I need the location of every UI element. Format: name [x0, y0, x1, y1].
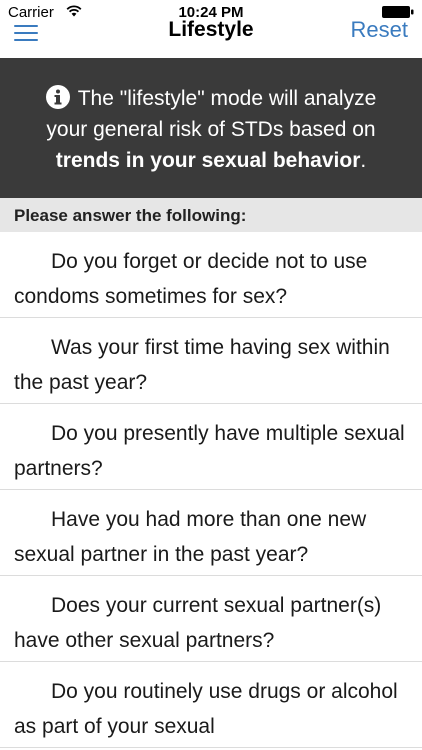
section-header: Please answer the following:	[0, 198, 422, 232]
question-item-multiple-partners[interactable]: Do you presently have multiple sexual pa…	[0, 404, 422, 490]
info-banner: The "lifestyle" mode will analyze your g…	[0, 58, 422, 198]
screen: Carrier 10:24 PM Lifestyle Reset The "li…	[0, 0, 422, 750]
question-text: Does your current sexual partner(s) have…	[14, 594, 382, 652]
question-item-drugs-alcohol[interactable]: Do you routinely use drugs or alcohol as…	[0, 662, 422, 748]
banner-text-end: .	[360, 149, 367, 172]
question-text: Have you had more than one new sexual pa…	[14, 508, 367, 566]
banner-text: The "lifestyle" mode will analyze your g…	[46, 87, 377, 141]
reset-button[interactable]: Reset	[351, 17, 408, 43]
navigation-bar: Lifestyle Reset	[0, 17, 422, 58]
question-text: Do you forget or decide not to use condo…	[14, 250, 368, 308]
info-icon	[45, 85, 70, 109]
question-text: Was your first time having sex within th…	[14, 336, 390, 394]
question-text: Do you presently have multiple sexual pa…	[14, 422, 405, 480]
banner-text-bold: trends in your sexual behavior	[55, 149, 361, 172]
question-item-partner-others[interactable]: Does your current sexual partner(s) have…	[0, 576, 422, 662]
question-text: Do you routinely use drugs or alcohol as…	[14, 680, 398, 738]
question-item-first-time[interactable]: Was your first time having sex within th…	[0, 318, 422, 404]
hamburger-menu-icon[interactable]	[14, 23, 40, 45]
question-list: Do you forget or decide not to use condo…	[0, 232, 422, 750]
question-item-new-partner[interactable]: Have you had more than one new sexual pa…	[0, 490, 422, 576]
question-item-condoms[interactable]: Do you forget or decide not to use condo…	[0, 232, 422, 318]
